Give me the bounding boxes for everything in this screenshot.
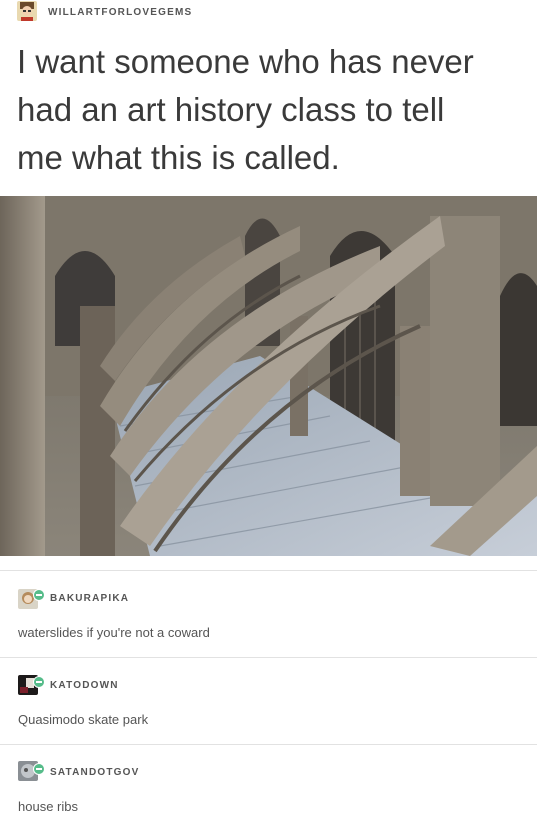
reply-item: KATODOWN Quasimodo skate park: [0, 658, 537, 744]
post-avatar[interactable]: [17, 1, 37, 21]
reply-username[interactable]: BAKURAPIKA: [50, 593, 129, 604]
reblog-badge-icon: [33, 676, 45, 688]
post-username[interactable]: WILLARTFORLOVEGEMS: [48, 7, 192, 18]
reblog-badge-icon: [33, 589, 45, 601]
reply-text: Quasimodo skate park: [18, 712, 149, 727]
post-text-line: I want someone who has never: [17, 43, 474, 80]
reply-item: BAKURAPIKA waterslides if you're not a c…: [0, 571, 537, 657]
reply-username[interactable]: KATODOWN: [50, 680, 119, 691]
reblog-badge-icon: [33, 763, 45, 775]
reply-text: waterslides if you're not a coward: [18, 625, 210, 640]
reply-text: house ribs: [18, 799, 78, 814]
post-text-line: had an art history class to tell: [17, 91, 445, 128]
reply-username[interactable]: SATANDOTGOV: [50, 767, 140, 778]
post-text-line: me what this is called.: [17, 139, 340, 176]
reply-item: SATANDOTGOV house ribs: [0, 745, 537, 831]
post-text: I want someone who has never had an art …: [17, 38, 527, 182]
post-header: WILLARTFORLOVEGEMS: [0, 0, 537, 30]
post-photo: [0, 196, 537, 556]
